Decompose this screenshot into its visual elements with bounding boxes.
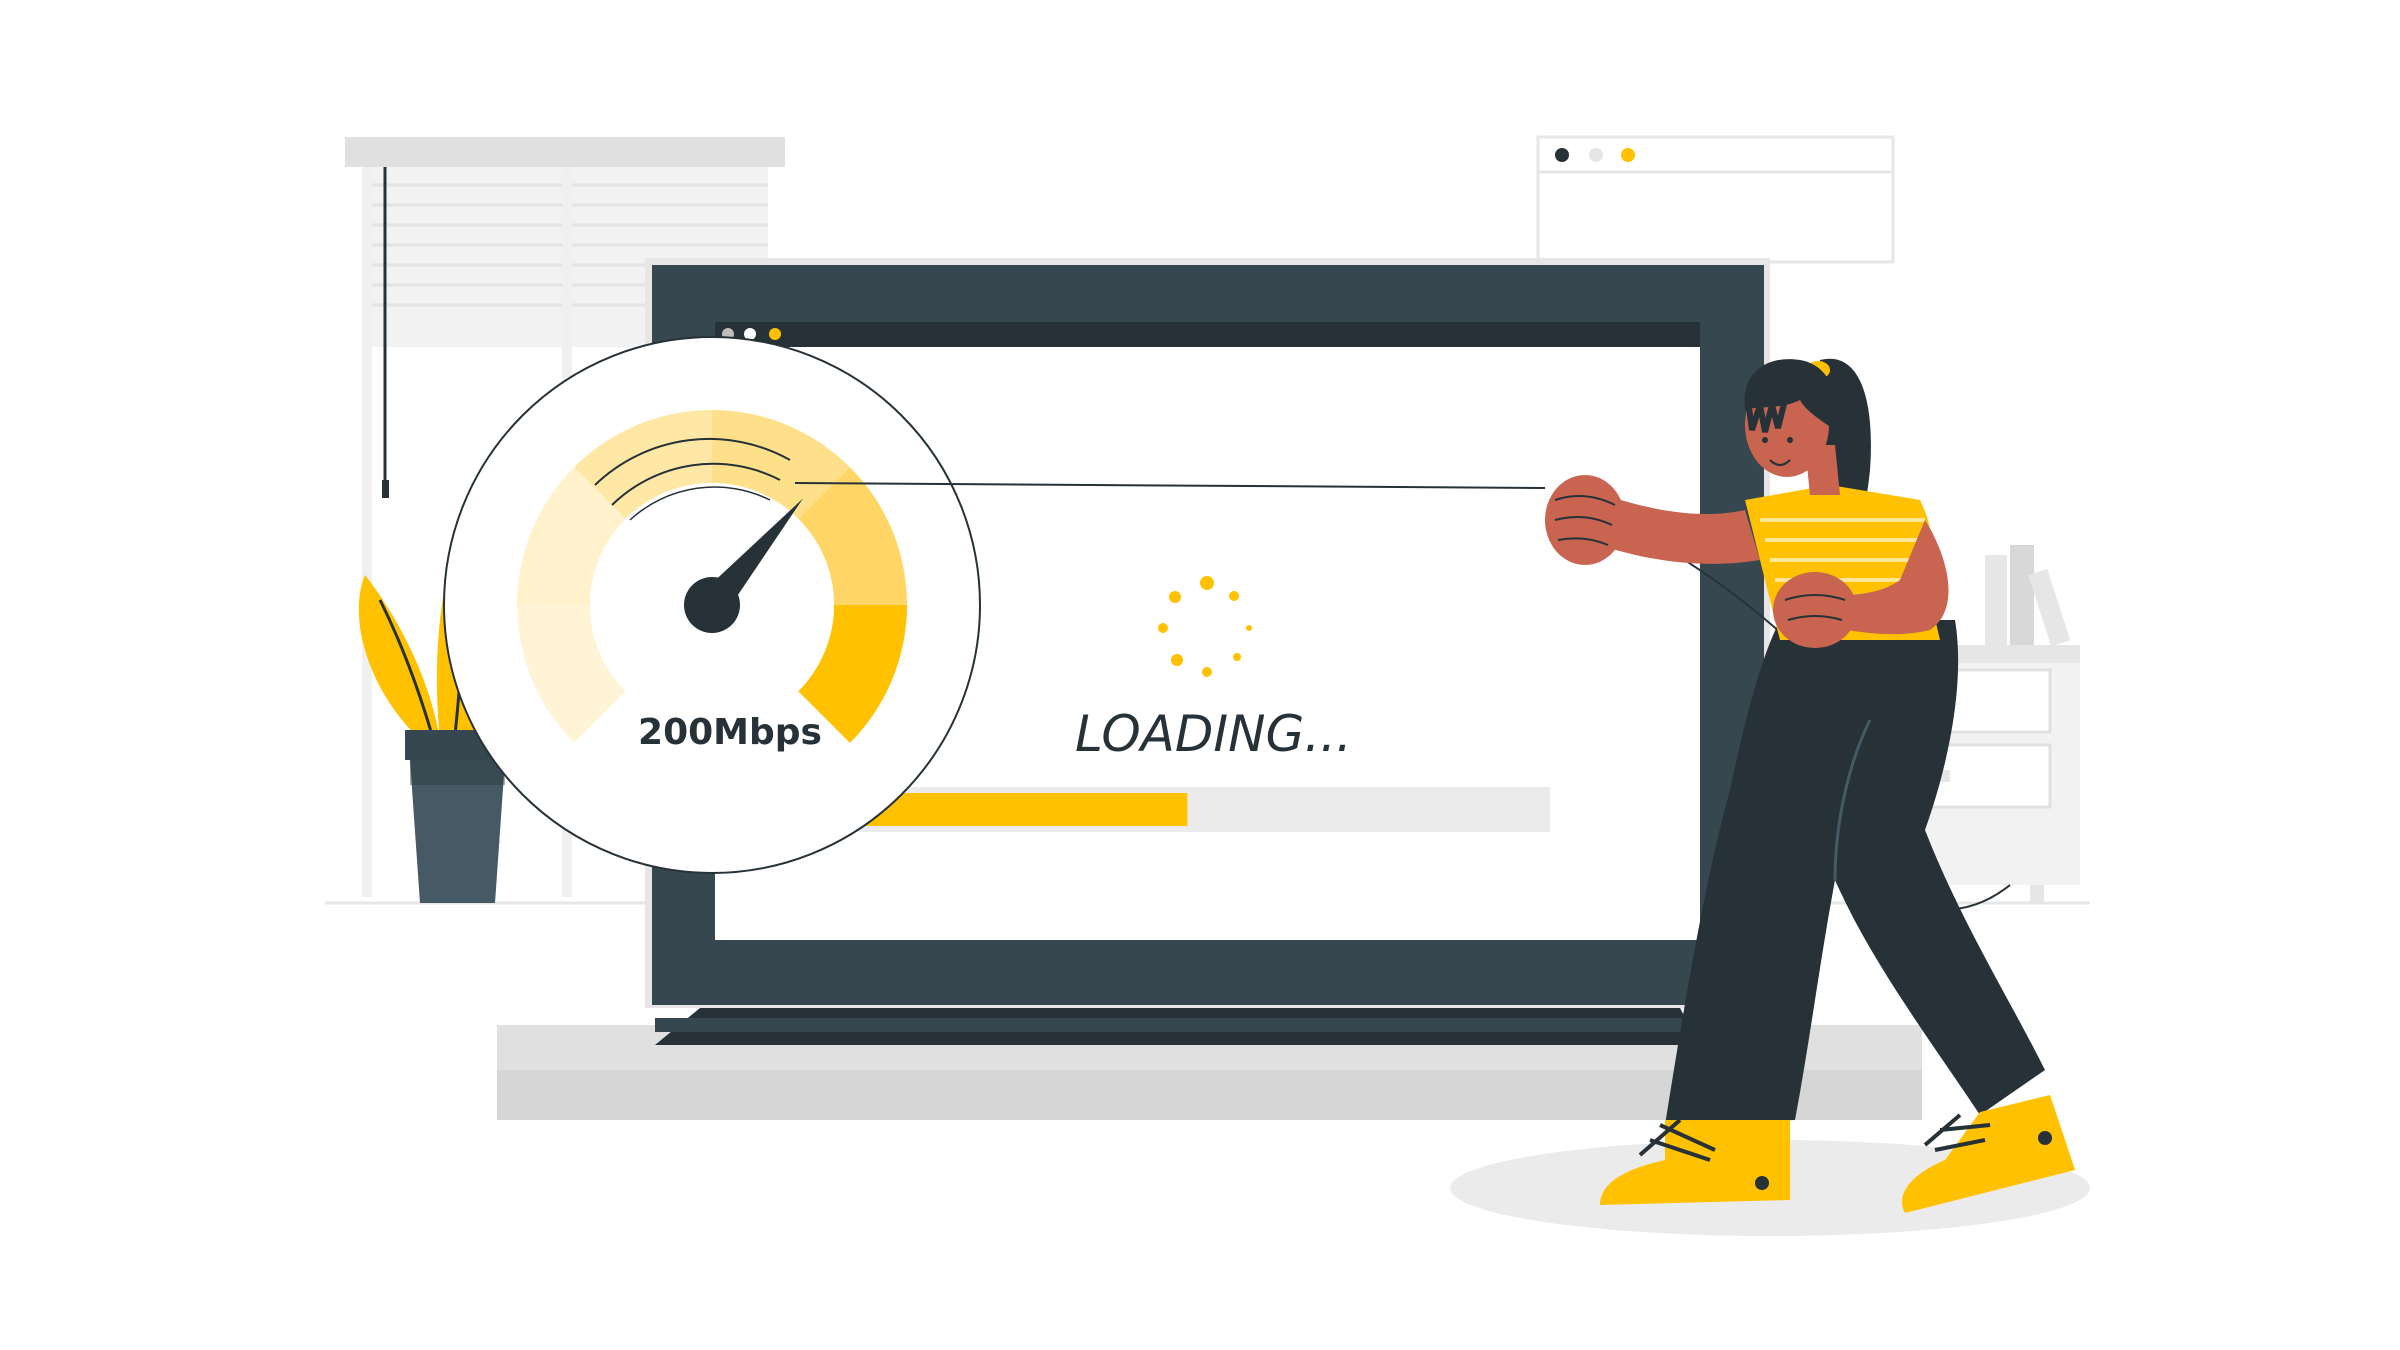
window-dot-3 — [769, 328, 781, 340]
progress-bar — [810, 787, 1550, 832]
needle-hub — [684, 577, 740, 633]
right-hand — [1773, 572, 1857, 648]
loading-status-text: LOADING... — [1075, 705, 1352, 763]
speed-readout: 200Mbps — [638, 712, 822, 753]
scene-svg — [325, 135, 2090, 1236]
speedometer-icon — [443, 336, 981, 874]
browser-window-icon — [1536, 135, 1895, 264]
screen-title-bar — [715, 322, 1700, 347]
illustration-stage: 200Mbps LOADING... — [0, 0, 2400, 1350]
